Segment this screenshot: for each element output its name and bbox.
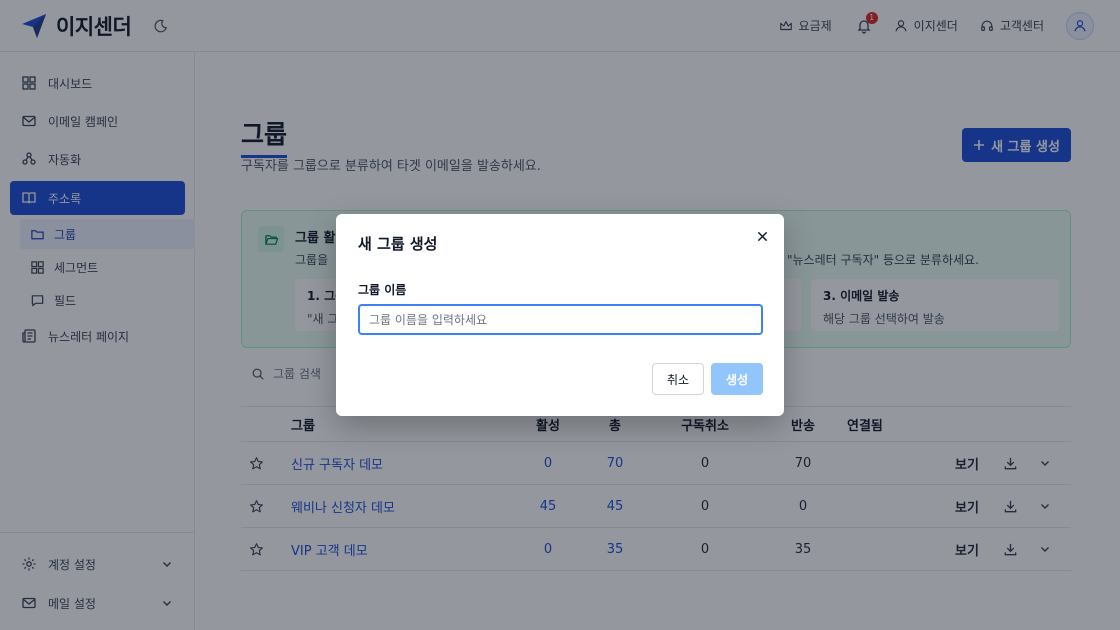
close-icon[interactable] bbox=[754, 228, 770, 244]
new-group-dialog: 새 그룹 생성 그룹 이름 취소 생성 bbox=[336, 214, 784, 416]
dialog-title: 새 그룹 생성 bbox=[358, 235, 438, 253]
group-name-input[interactable] bbox=[358, 304, 763, 335]
group-name-label: 그룹 이름 bbox=[358, 283, 407, 297]
create-button[interactable]: 생성 bbox=[711, 363, 763, 395]
cancel-button[interactable]: 취소 bbox=[652, 363, 704, 395]
